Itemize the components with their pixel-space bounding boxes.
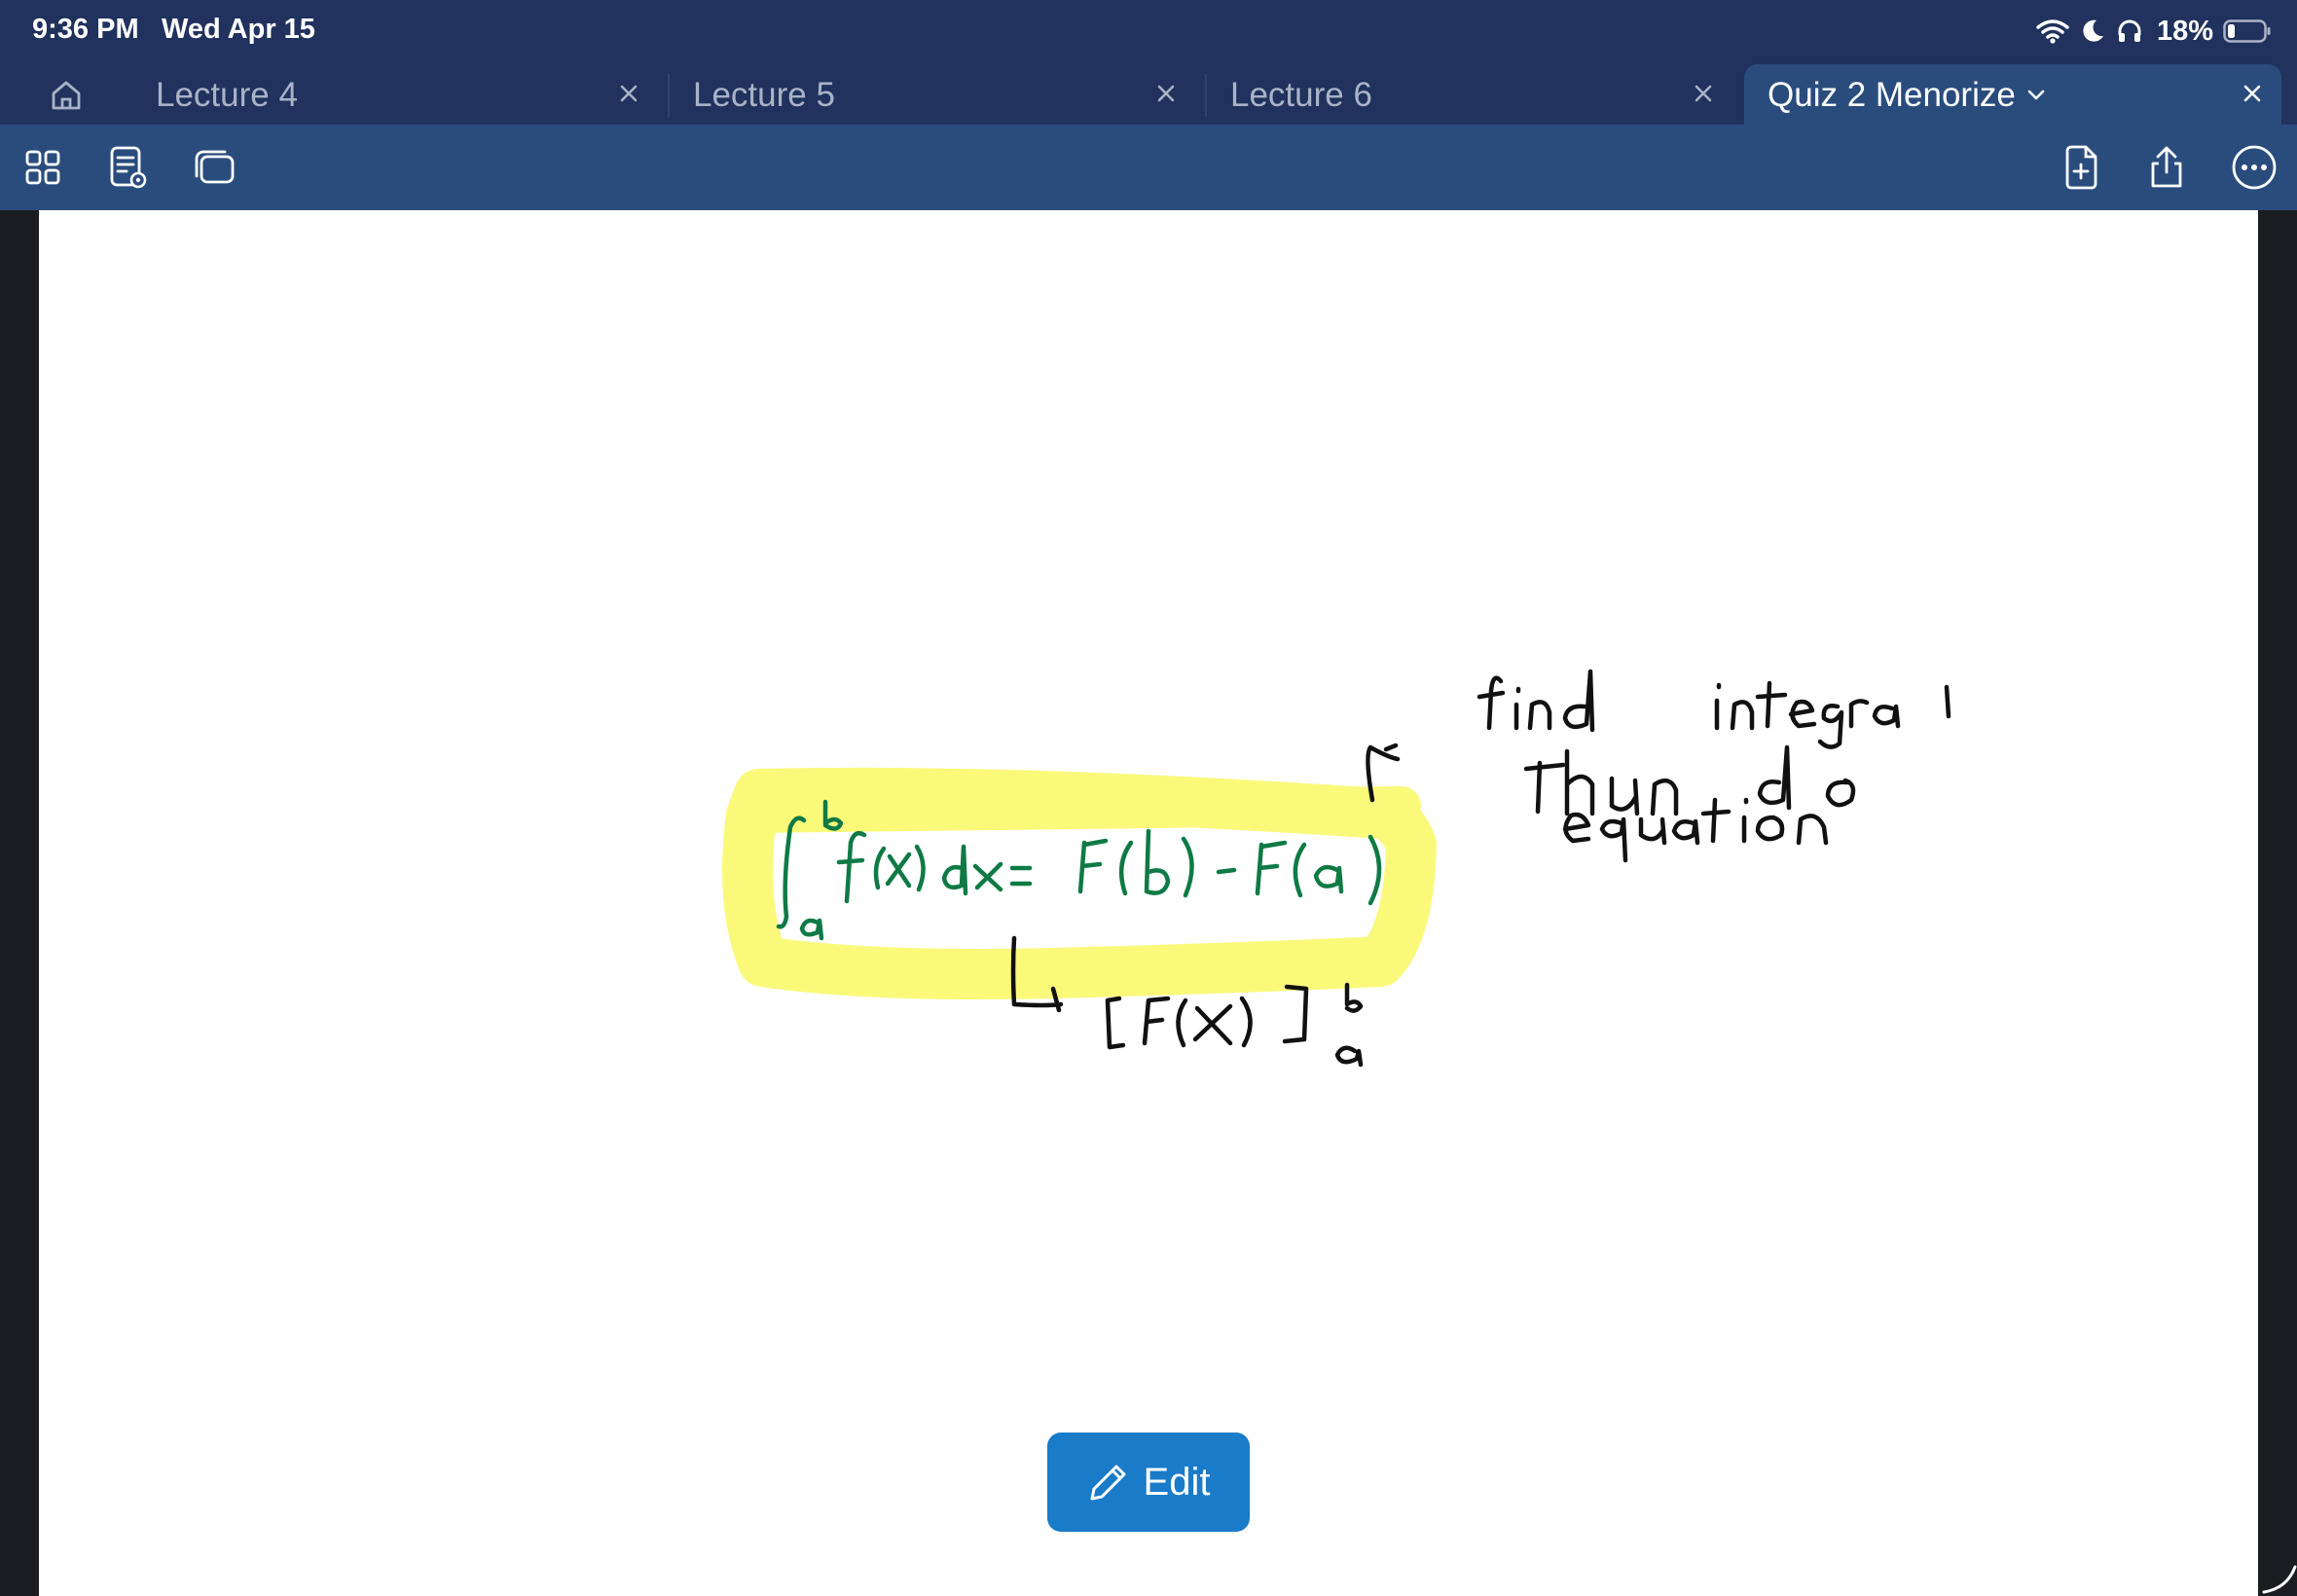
battery-icon (2223, 18, 2272, 44)
edit-button-label: Edit (1143, 1460, 1211, 1504)
battery-percent: 18% (2156, 15, 2213, 47)
app-chrome: 9:36 PM Wed Apr 15 18% Lecture 4 Lecture… (0, 0, 2297, 125)
tab-title: Quiz 2 Menorize (1768, 76, 2016, 114)
grid-icon[interactable] (18, 142, 68, 193)
tab-label-active: Quiz 2 Menorize (1768, 76, 2045, 115)
pages-stack-icon[interactable] (189, 142, 239, 193)
close-icon[interactable] (2237, 78, 2268, 109)
tab-bar: Lecture 4 Lecture 5 Lecture 6 Quiz 2 Men… (0, 64, 2297, 125)
tab-lecture-5[interactable]: Lecture 5 (670, 64, 1195, 125)
tab-quiz-2-menorize[interactable]: Quiz 2 Menorize (1744, 64, 2281, 125)
annotation-ink (1010, 669, 1951, 1068)
status-bar: 9:36 PM Wed Apr 15 18% (0, 0, 2297, 60)
chevron-down-icon[interactable] (2027, 90, 2045, 101)
page-margin (2258, 210, 2297, 1596)
add-page-icon[interactable] (2056, 142, 2106, 193)
status-indicators: 18% (2036, 12, 2272, 51)
resize-handle-icon[interactable] (2258, 1553, 2297, 1596)
close-icon[interactable] (1150, 78, 1182, 109)
status-date: Wed Apr 15 (162, 14, 315, 45)
handwritten-note (722, 669, 1951, 1068)
tab-label: Lecture 4 (156, 76, 298, 114)
wifi-icon (2036, 18, 2069, 44)
tab-lecture-6[interactable]: Lecture 6 (1207, 64, 1732, 125)
note-page[interactable]: Edit (39, 210, 2258, 1596)
close-icon[interactable] (613, 78, 644, 109)
moon-icon (2079, 18, 2106, 45)
status-time: 9:36 PM (32, 14, 139, 45)
tab-label: Lecture 6 (1230, 76, 1372, 114)
document-toolbar (0, 125, 2297, 210)
tab-lecture-4[interactable]: Lecture 4 (132, 64, 658, 125)
share-icon[interactable] (2141, 142, 2192, 193)
home-button[interactable] (39, 74, 93, 117)
headphones-icon (2116, 18, 2143, 45)
more-icon[interactable] (2229, 142, 2279, 193)
home-icon (52, 81, 81, 110)
edit-button[interactable]: Edit (1047, 1433, 1250, 1532)
close-icon[interactable] (1688, 78, 1719, 109)
tab-label: Lecture 5 (693, 76, 835, 114)
pencil-icon (1090, 1465, 1126, 1501)
page-preview-icon[interactable] (103, 142, 154, 193)
